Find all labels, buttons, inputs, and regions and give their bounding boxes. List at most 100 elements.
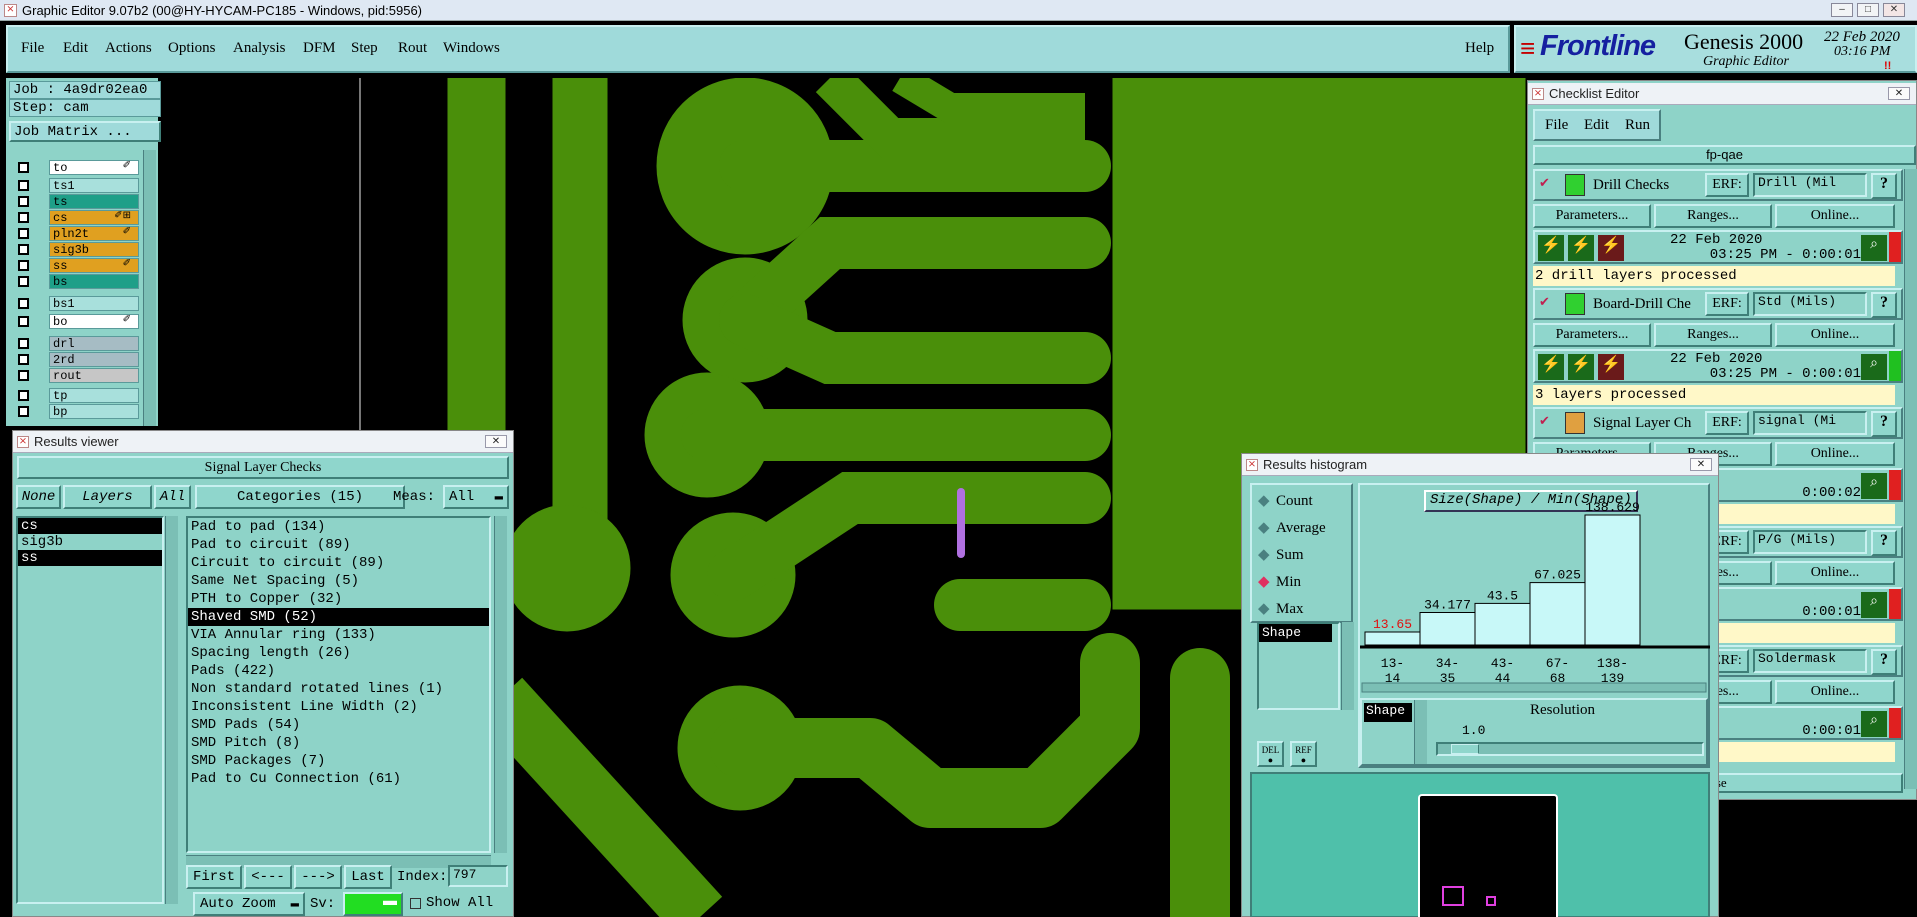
layer-name[interactable]: bp bbox=[49, 404, 139, 419]
menu-dfm[interactable]: DFM bbox=[303, 40, 336, 57]
menu-rout[interactable]: Rout bbox=[398, 40, 427, 57]
layer-name[interactable]: bs1 bbox=[49, 296, 139, 311]
layer-row-bp[interactable]: bp bbox=[12, 404, 139, 419]
menu-file[interactable]: File bbox=[21, 40, 44, 57]
next-button[interactable]: ---> bbox=[294, 865, 342, 889]
menu-analysis[interactable]: Analysis bbox=[233, 40, 286, 57]
categories-button[interactable]: Categories (15) bbox=[195, 485, 405, 509]
minimize-button[interactable]: – bbox=[1831, 3, 1853, 17]
layer-checkbox[interactable] bbox=[18, 298, 29, 309]
erf-button[interactable]: ERF: bbox=[1705, 173, 1749, 197]
job-matrix-button[interactable]: Job Matrix ... bbox=[9, 121, 161, 142]
menu-actions[interactable]: Actions bbox=[105, 40, 152, 57]
option-count[interactable]: ◆ Count bbox=[1258, 491, 1313, 510]
layer-checkbox[interactable] bbox=[18, 244, 29, 255]
erf-value[interactable]: Std (Mils) bbox=[1753, 292, 1867, 316]
category-item[interactable]: Pads (422) bbox=[188, 662, 489, 680]
help-icon[interactable]: ? bbox=[1871, 649, 1897, 675]
checklist-menu-file[interactable]: File bbox=[1545, 117, 1568, 134]
histogram-hscrollbar[interactable] bbox=[1361, 682, 1707, 693]
none-button[interactable]: None bbox=[16, 485, 61, 509]
parameters-button[interactable]: Parameters... bbox=[1533, 204, 1651, 228]
zoom-icon[interactable]: ⌕ bbox=[1861, 473, 1887, 499]
erf-button[interactable]: ERF: bbox=[1705, 411, 1749, 435]
category-item[interactable]: Pad to circuit (89) bbox=[188, 536, 489, 554]
checklist-close-button[interactable]: ✕ bbox=[1888, 87, 1910, 100]
results-viewer-close-button[interactable]: ✕ bbox=[485, 435, 507, 448]
histogram-bar[interactable] bbox=[1474, 602, 1531, 646]
checklist-menu-edit[interactable]: Edit bbox=[1584, 117, 1609, 134]
histogram-bars[interactable]: 13.6513-1434.17734-3543.543-4467.02567-6… bbox=[1360, 485, 1710, 695]
category-item[interactable]: Circuit to circuit (89) bbox=[188, 554, 489, 572]
layer-name[interactable]: rout bbox=[49, 368, 139, 383]
erf-value[interactable]: P/G (Mils) bbox=[1753, 530, 1867, 554]
layer-scrollbar[interactable] bbox=[143, 150, 156, 426]
help-icon[interactable]: ? bbox=[1871, 411, 1897, 437]
layer-checkbox[interactable] bbox=[18, 354, 29, 365]
erf-value[interactable]: Soldermask bbox=[1753, 649, 1867, 673]
online-button[interactable]: Online... bbox=[1775, 204, 1895, 228]
layer-row-2rd[interactable]: 2rd bbox=[12, 352, 139, 367]
check-enabled-icon[interactable]: ✔ bbox=[1539, 294, 1550, 310]
all-button[interactable]: All bbox=[154, 485, 191, 509]
category-item[interactable]: SMD Packages (7) bbox=[188, 752, 489, 770]
layers-button[interactable]: Layers bbox=[63, 485, 152, 509]
layer-row-ss[interactable]: ss ✐ bbox=[12, 258, 139, 273]
category-item[interactable]: Inconsistent Line Width (2) bbox=[188, 698, 489, 716]
layer-row-sig3b[interactable]: sig3b bbox=[12, 242, 139, 257]
menu-help[interactable]: Help bbox=[1465, 40, 1494, 57]
layer-name[interactable]: sig3b bbox=[49, 242, 139, 257]
layer-row-pln2t[interactable]: pln2t ✐ bbox=[12, 226, 139, 241]
layer-row-bs1[interactable]: bs1 bbox=[12, 296, 139, 311]
layer-checkbox[interactable] bbox=[18, 316, 29, 327]
list-item[interactable]: sig3b bbox=[18, 534, 162, 550]
checklist-menu-run[interactable]: Run bbox=[1625, 117, 1650, 134]
meas-dropdown[interactable]: All ▬ bbox=[443, 485, 509, 509]
layer-checkbox[interactable] bbox=[18, 276, 29, 287]
zoom-icon[interactable]: ⌕ bbox=[1861, 354, 1887, 380]
parameters-button[interactable]: Parameters... bbox=[1533, 323, 1651, 347]
layer-result-list[interactable]: cs sig3b ss bbox=[16, 516, 164, 904]
shape-list[interactable]: Shape bbox=[1257, 622, 1340, 710]
layer-row-drl[interactable]: drl bbox=[12, 336, 139, 351]
sv-color-dropdown[interactable]: ▬ bbox=[343, 892, 403, 916]
ranges-button[interactable]: Ranges... bbox=[1654, 323, 1772, 347]
layer-checkbox[interactable] bbox=[18, 212, 29, 223]
zoom-icon[interactable]: ⌕ bbox=[1861, 235, 1887, 261]
ranges-button[interactable]: Ranges... bbox=[1654, 204, 1772, 228]
menu-edit[interactable]: Edit bbox=[63, 40, 88, 57]
zoom-icon[interactable]: ⌕ bbox=[1861, 711, 1887, 737]
check-enabled-icon[interactable]: ✔ bbox=[1539, 413, 1550, 429]
layer-checkbox[interactable] bbox=[18, 370, 29, 381]
maximize-button[interactable]: □ bbox=[1857, 3, 1879, 17]
index-input[interactable]: 797 bbox=[448, 865, 508, 887]
erf-value[interactable]: signal (Mi bbox=[1753, 411, 1867, 435]
resolution-slider[interactable] bbox=[1436, 742, 1704, 756]
layer-row-cs[interactable]: cs ✐⊞ bbox=[12, 210, 139, 225]
category-item[interactable]: Shaved SMD (52) bbox=[188, 608, 489, 626]
histogram-bar[interactable] bbox=[1584, 514, 1641, 646]
category-item[interactable]: SMD Pitch (8) bbox=[188, 734, 489, 752]
layer-name[interactable]: ts bbox=[49, 194, 139, 209]
category-list[interactable]: Pad to pad (134) Pad to circuit (89) Circu… bbox=[186, 516, 491, 853]
check-enabled-icon[interactable]: ✔ bbox=[1539, 175, 1550, 191]
close-button[interactable]: ✕ bbox=[1883, 3, 1905, 17]
histogram-bar[interactable] bbox=[1364, 631, 1421, 646]
help-icon[interactable]: ? bbox=[1871, 292, 1897, 318]
layer-row-to[interactable]: to ✐ bbox=[12, 160, 139, 175]
menu-step[interactable]: Step bbox=[351, 40, 378, 57]
resolution-slider-handle[interactable] bbox=[1451, 744, 1479, 754]
menu-options[interactable]: Options bbox=[168, 40, 216, 57]
layer-checkbox[interactable] bbox=[18, 196, 29, 207]
show-all-checkbox[interactable] bbox=[410, 898, 421, 909]
category-item[interactable]: SMD Pads (54) bbox=[188, 716, 489, 734]
ref-button[interactable]: REF ● bbox=[1290, 741, 1317, 767]
layer-checkbox[interactable] bbox=[18, 390, 29, 401]
layer-row-ts1[interactable]: ts1 bbox=[12, 178, 139, 193]
del-button[interactable]: DEL ● bbox=[1257, 741, 1284, 767]
option-sum[interactable]: ◆ Sum bbox=[1258, 545, 1304, 564]
online-button[interactable]: Online... bbox=[1775, 680, 1895, 704]
category-item[interactable]: PTH to Copper (32) bbox=[188, 590, 489, 608]
option-average[interactable]: ◆ Average bbox=[1258, 518, 1326, 537]
erf-value[interactable]: Drill (Mil bbox=[1753, 173, 1867, 197]
